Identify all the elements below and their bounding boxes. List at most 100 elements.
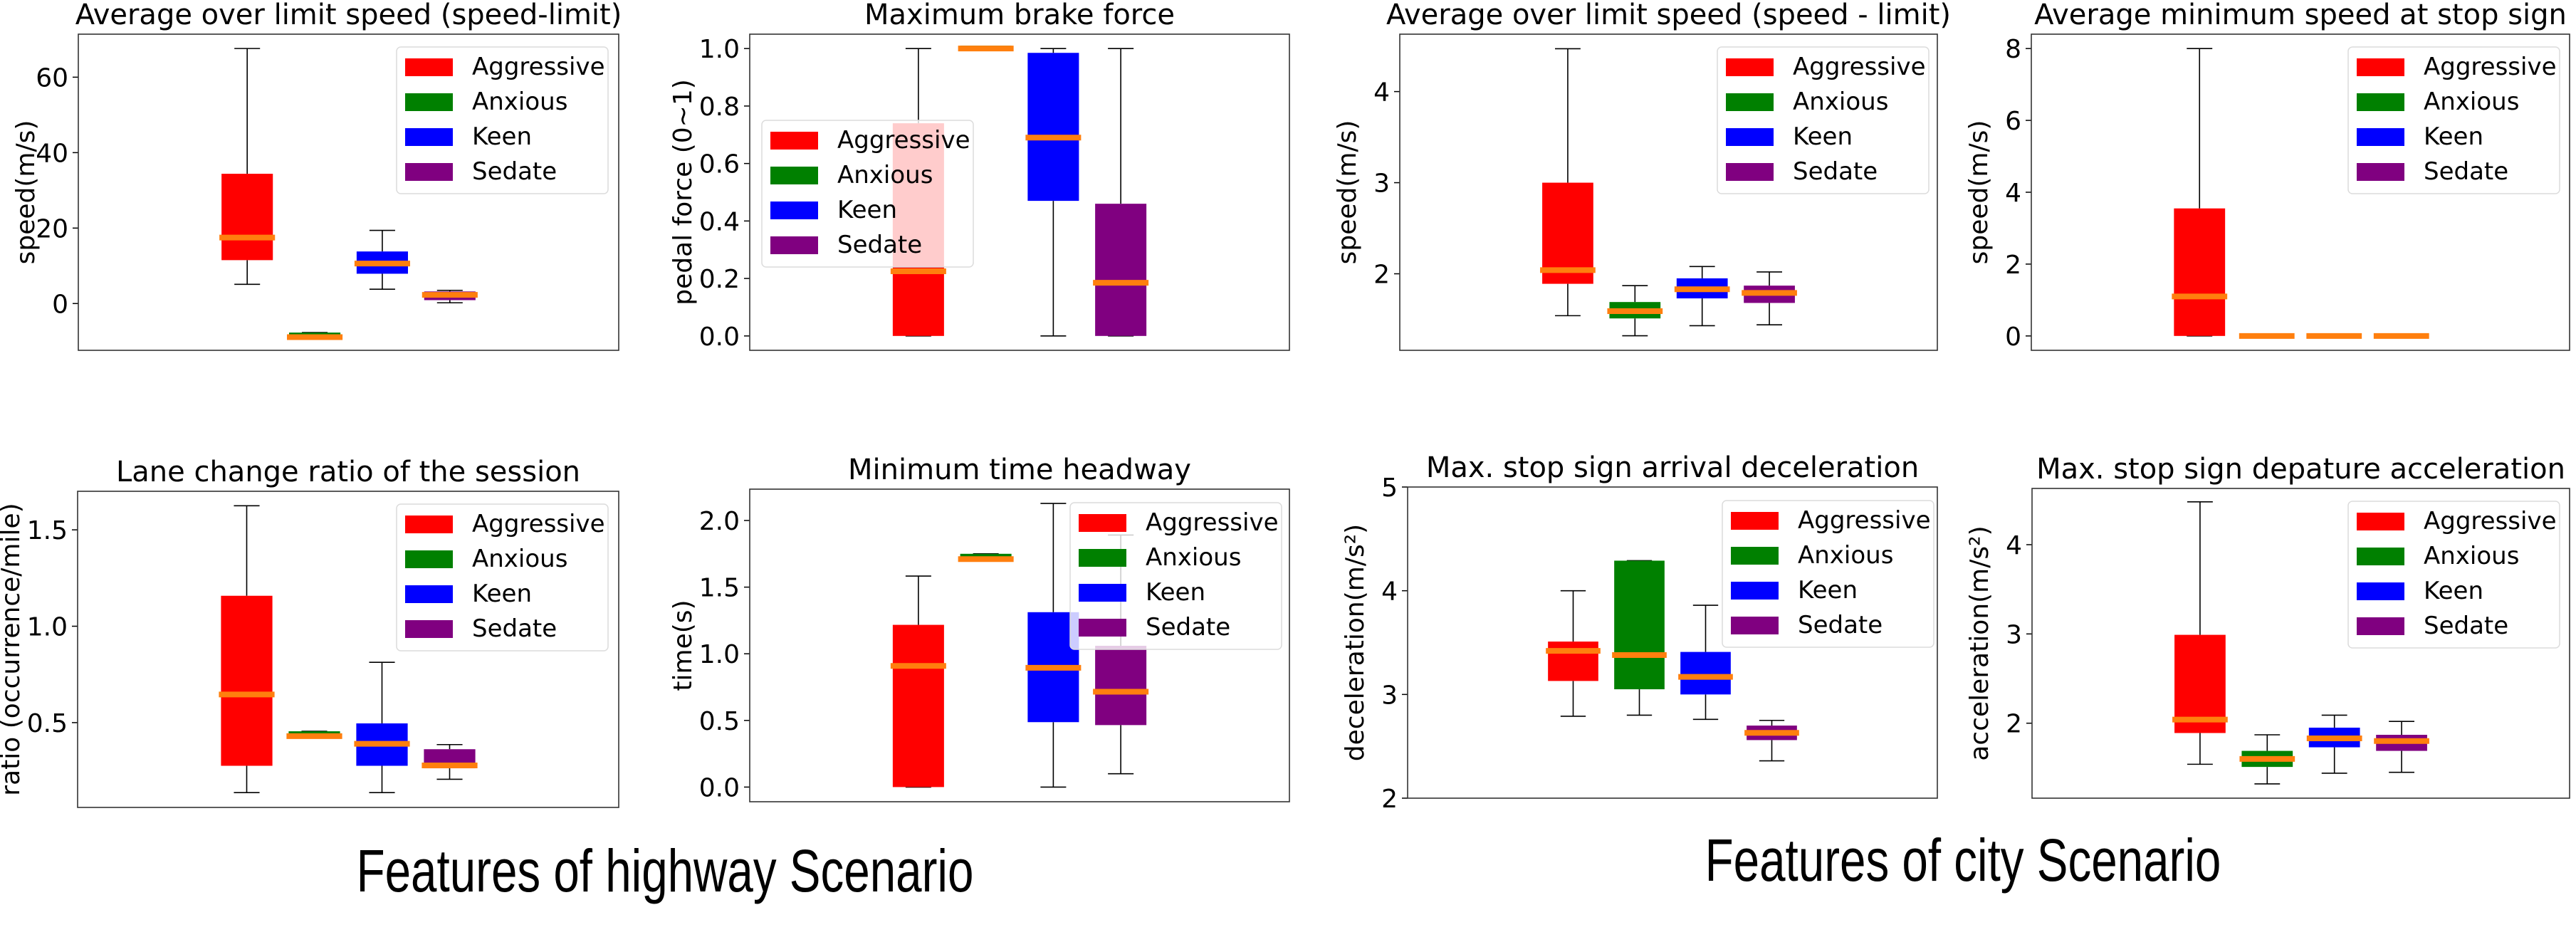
plot-6-legend-label-anxious: Anxious [1146,543,1241,572]
plot-3-legend-swatch-keen [1726,128,1774,146]
plot-6-ytick-label: 0.5 [699,707,740,736]
plot-2-ytick-label: 0.4 [699,207,740,236]
plot-6-legend-label-keen: Keen [1146,578,1205,607]
plot-7-title: Max. stop sign arrival deceleration [1426,451,1919,484]
plot-4-legend-swatch-anxious [2357,93,2404,111]
plot-5-legend-swatch-keen [405,585,453,603]
plot-5-legend-swatch-aggressive [405,516,453,533]
plot-7-ytick-label: 3 [1381,681,1398,710]
plot-6-legend-swatch-sedate [1079,619,1126,637]
plot-6-title: Minimum time headway [848,454,1191,486]
plot-3-legend-label-sedate: Sedate [1793,157,1878,186]
plot-6-ytick-label: 1.0 [699,640,740,669]
plot-3-legend-swatch-aggressive [1726,58,1774,76]
plot-5-legend-swatch-sedate [405,620,453,638]
plot-7-ytick-label: 4 [1381,577,1398,607]
plot-1-legend-swatch-sedate [405,163,453,181]
plot-2-ytick-label: 0.6 [699,150,740,179]
plot-5-ylabel: ratio (occurrence/mile) [0,503,26,795]
plot-7-legend-swatch-keen [1731,582,1779,600]
plot-1-legend-swatch-aggressive [405,58,453,76]
plot-8-legend-label-sedate: Sedate [2424,612,2508,640]
plot-2-legend-swatch-anxious [770,167,818,184]
plot-4-legend-label-aggressive: Aggressive [2424,53,2557,81]
plot-4-ytick-label: 2 [2005,251,2021,280]
plot-6-ytick-label: 1.5 [699,574,740,603]
plot-4-title: Average minimum speed at stop sign [2034,0,2567,31]
plot-4-legend-label-sedate: Sedate [2424,157,2508,186]
plot-2-legend-label-aggressive: Aggressive [837,126,970,155]
plot-5-aggressive-box [221,595,273,766]
plot-8-legend-swatch-keen [2357,582,2404,600]
plot-4-ytick-label: 0 [2005,323,2021,352]
plot-5-ytick-label: 1.0 [27,613,68,642]
plot-8-ylabel: acceleration(m/s²) [1965,525,1994,760]
plot-2-legend-swatch-sedate [770,236,818,254]
caption-city-scenario: Features of city Scenario [1705,827,2221,894]
plot-5-title: Lane change ratio of the session [116,456,580,488]
plot-4-ytick-label: 6 [2005,107,2021,136]
plot-5-legend-label-anxious: Anxious [472,545,567,573]
plot-4-ylabel: speed(m/s) [1964,120,1994,265]
plot-7-ytick-label: 5 [1381,473,1398,503]
plot-1-title: Average over limit speed (speed-limit) [75,0,622,31]
plot-8-legend-swatch-anxious [2357,548,2404,565]
plot-1-ytick-label: 40 [36,139,68,168]
plot-6-legend-swatch-keen [1079,584,1126,602]
plot-6-ylabel: time(s) [669,600,698,691]
plot-8-legend-swatch-sedate [2357,617,2404,635]
plot-8-ytick-label: 3 [2006,620,2022,649]
plot-7-aggressive-box [1548,642,1598,681]
plot-4-legend-swatch-aggressive [2357,58,2404,76]
plot-3-ytick-label: 2 [1373,261,1390,290]
plot-2-legend-swatch-aggressive [770,132,818,150]
plot-8-legend-label-anxious: Anxious [2424,542,2519,570]
plot-2-legend-label-sedate: Sedate [837,231,922,259]
plot-8-legend-label-keen: Keen [2424,577,2483,605]
plot-1-legend-swatch-keen [405,128,453,146]
plot-2-keen-box [1027,53,1079,202]
plot-6-aggressive-box [892,624,944,787]
plot-3-title: Average over limit speed (speed - limit) [1386,0,1951,31]
plot-4-legend-label-anxious: Anxious [2424,88,2519,116]
plot-2-legend-label-keen: Keen [837,196,897,224]
plot-2-ytick-label: 0.2 [699,265,740,294]
plot-2-legend-label-anxious: Anxious [837,161,933,189]
plot-1-legend-label-aggressive: Aggressive [472,53,605,81]
plot-1-legend-label-sedate: Sedate [472,157,557,186]
plot-1-legend-label-keen: Keen [472,122,532,151]
plot-5-ytick-label: 1.5 [27,516,68,545]
plot-1-legend-swatch-anxious [405,93,453,111]
plot-1-ytick-label: 20 [36,214,68,244]
plot-1-legend-label-anxious: Anxious [472,88,567,116]
plot-7-ylabel: deceleration(m/s²) [1341,524,1370,761]
plot-3-ylabel: speed(m/s) [1333,120,1362,265]
plot-3-ytick-label: 3 [1373,169,1390,199]
plot-1-ylabel: speed(m/s) [11,120,41,265]
plot-4-ytick-label: 4 [2005,179,2021,208]
plot-1-aggressive-box [221,174,273,261]
plot-7-legend-label-sedate: Sedate [1798,611,1883,639]
plot-7-legend-swatch-sedate [1731,617,1779,634]
plot-7-legend-swatch-anxious [1731,547,1779,565]
plot-7-ytick-label: 2 [1381,785,1398,814]
plot-3-legend-label-keen: Keen [1793,122,1853,151]
plot-1-ytick-label: 0 [52,290,68,319]
plot-8-legend-swatch-aggressive [2357,513,2404,530]
plot-6-legend-label-sedate: Sedate [1146,613,1230,642]
plot-2-ytick-label: 0.0 [699,323,740,352]
plot-8-title: Max. stop sign depature acceleration [2036,453,2565,486]
plot-7-legend-label-anxious: Anxious [1798,541,1893,570]
plot-7-keen-box [1680,651,1731,695]
plot-5-ytick-label: 0.5 [27,709,68,738]
plot-3-legend-label-anxious: Anxious [1793,88,1888,116]
caption-highway-scenario: Features of highway Scenario [356,837,974,904]
plot-8-ytick-label: 2 [2006,710,2022,739]
plot-7-legend-label-keen: Keen [1798,576,1858,605]
plot-3-legend-swatch-sedate [1726,163,1774,181]
plot-6-sedate-box [1095,645,1147,726]
plot-3-legend-label-aggressive: Aggressive [1793,53,1926,81]
plot-4-aggressive-box [2174,208,2226,336]
plot-7-legend-swatch-aggressive [1731,512,1779,530]
box-plot-figure: Average over limit speed (speed-limit) 0 2… [0,0,2570,814]
